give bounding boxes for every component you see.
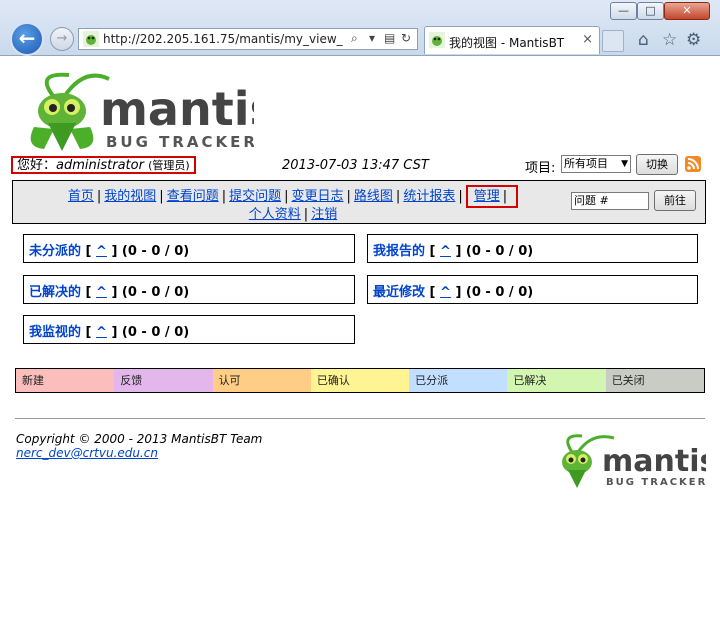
- box-unassigned: 未分派的 [ ^ ] (0 - 0 / 0): [23, 234, 355, 263]
- forward-button[interactable]: →: [50, 27, 74, 51]
- menu-my-view[interactable]: 我的视图: [104, 189, 156, 204]
- menu-separator: |: [502, 189, 508, 204]
- switch-project-button[interactable]: 切换: [636, 154, 678, 175]
- menu-separator: |: [221, 189, 227, 204]
- legend-assigned: 已分派: [409, 369, 508, 392]
- mantis-logo[interactable]: mantis BUG TRACKER: [14, 67, 254, 155]
- close-tab-icon[interactable]: ×: [582, 32, 593, 47]
- box-collapse-link[interactable]: ^: [96, 285, 107, 300]
- box-collapse-link[interactable]: ^: [440, 285, 451, 300]
- mantis-insect-icon: [30, 72, 110, 151]
- menu-view-issues[interactable]: 查看问题: [167, 189, 219, 204]
- home-icon[interactable]: ⌂: [638, 30, 649, 50]
- address-url: http://202.205.161.75/mantis/my_view_pa: [103, 32, 343, 46]
- box-resolved: 已解决的 [ ^ ] (0 - 0 / 0): [23, 275, 355, 304]
- search-icon[interactable]: ⌕: [351, 31, 358, 46]
- current-datetime: 2013-07-03 13:47 CST: [282, 158, 429, 173]
- logo-subtitle: BUG TRACKER: [106, 133, 254, 151]
- minimize-button[interactable]: —: [610, 2, 637, 20]
- legend-feedback: 反馈: [114, 369, 213, 392]
- menu-manage[interactable]: 管理: [474, 189, 500, 204]
- box-counts: (0 - 0 / 0): [121, 285, 190, 300]
- issue-number-input[interactable]: 问题 #: [571, 192, 649, 210]
- legend-confirmed: 已确认: [310, 369, 410, 392]
- box-label[interactable]: 已解决的: [29, 285, 81, 300]
- project-label: 项目:: [525, 161, 556, 176]
- chevron-down-icon: ▼: [621, 159, 628, 169]
- box-label[interactable]: 最近修改: [373, 285, 425, 300]
- refresh-icon[interactable]: ↻: [401, 31, 411, 45]
- main-menu: 首页 | 我的视图 | 查看问题 | 提交问题 | 变更日志 | 路线图 | 统计报表 | 管理 | 个人资料…: [12, 180, 706, 224]
- box-recently-modified: 最近修改 [ ^ ] (0 - 0 / 0): [367, 275, 698, 304]
- user-role: (管理员): [148, 159, 190, 172]
- new-tab-button[interactable]: [602, 30, 624, 52]
- login-prefix: 您好：: [17, 158, 57, 173]
- menu-report-issue[interactable]: 提交问题: [229, 189, 281, 204]
- mantis-footer-logo[interactable]: mantis BUG TRACKER: [550, 432, 706, 490]
- box-counts: (0 - 0 / 0): [465, 244, 534, 259]
- legend-new: 新建: [16, 369, 115, 392]
- goto-issue-button[interactable]: 前往: [654, 190, 696, 211]
- menu-row-primary: 首页 | 我的视图 | 查看问题 | 提交问题 | 变更日志 | 路线图 | 统计报表 | 管理 |: [13, 185, 573, 208]
- menu-home[interactable]: 首页: [68, 189, 94, 204]
- login-info: 您好：administrator (管理员): [11, 156, 196, 174]
- footer-divider: [15, 418, 705, 419]
- box-label[interactable]: 我报告的: [373, 244, 425, 259]
- project-select[interactable]: 所有项目 ▼: [561, 155, 631, 173]
- box-counts: (0 - 0 / 0): [121, 325, 190, 340]
- box-monitored: 我监视的 [ ^ ] (0 - 0 / 0): [23, 315, 355, 344]
- menu-separator: |: [159, 189, 164, 204]
- address-bar[interactable]: http://202.205.161.75/mantis/my_view_pa …: [78, 28, 418, 50]
- box-reported: 我报告的 [ ^ ] (0 - 0 / 0): [367, 234, 698, 263]
- menu-separator: |: [458, 189, 463, 204]
- menu-separator: |: [96, 189, 102, 204]
- menu-separator: |: [346, 189, 351, 204]
- box-label[interactable]: 我监视的: [29, 325, 81, 340]
- rss-icon[interactable]: [685, 156, 701, 172]
- menu-changelog[interactable]: 变更日志: [292, 189, 344, 204]
- dropdown-icon[interactable]: ▾: [369, 31, 375, 45]
- project-selected-value: 所有项目: [564, 157, 608, 170]
- menu-my-account[interactable]: 个人资料: [249, 207, 301, 222]
- menu-separator: |: [395, 189, 401, 204]
- logo-word: mantis: [602, 444, 706, 479]
- browser-chrome: — □ ✕ ← → http://202.205.161.75/mantis/m…: [0, 0, 720, 56]
- username: administrator: [56, 158, 144, 173]
- menu-row-secondary: 个人资料 | 注销: [13, 203, 573, 222]
- logo-word: mantis: [100, 82, 254, 136]
- maximize-button[interactable]: □: [637, 2, 664, 20]
- box-collapse-link[interactable]: ^: [96, 325, 107, 340]
- copyright-text: Copyright © 2000 - 2013 MantisBT Team: [16, 432, 263, 446]
- back-button[interactable]: ←: [10, 22, 44, 56]
- mantis-favicon-icon: [429, 32, 445, 48]
- box-counts: (0 - 0 / 0): [465, 285, 534, 300]
- page-content: mantis BUG TRACKER 您好：administrator (管理员…: [0, 57, 720, 629]
- mantis-favicon-icon: [83, 31, 99, 47]
- compatibility-icon[interactable]: ▤: [384, 31, 395, 45]
- legend-closed: 已关闭: [605, 369, 704, 392]
- tab-my-view[interactable]: 我的视图 - MantisBT ×: [424, 26, 600, 54]
- favorites-star-icon[interactable]: ☆: [662, 30, 677, 50]
- admin-email-link[interactable]: nerc_dev@crtvu.edu.cn: [16, 446, 158, 460]
- status-legend: 新建 反馈 认可 已确认 已分派 已解决 已关闭: [15, 368, 705, 393]
- menu-summary[interactable]: 统计报表: [403, 189, 455, 204]
- menu-separator: |: [284, 189, 289, 204]
- gear-icon[interactable]: ⚙: [686, 30, 701, 50]
- tab-title: 我的视图 - MantisBT: [449, 36, 565, 50]
- menu-roadmap[interactable]: 路线图: [354, 189, 393, 204]
- legend-resolved: 已解决: [507, 369, 606, 392]
- arrow-right-icon: →: [56, 31, 68, 46]
- close-window-button[interactable]: ✕: [664, 2, 710, 20]
- arrow-left-icon: ←: [18, 26, 36, 50]
- menu-separator: |: [303, 207, 309, 222]
- legend-acknowledged: 认可: [212, 369, 311, 392]
- box-collapse-link[interactable]: ^: [96, 244, 107, 259]
- box-counts: (0 - 0 / 0): [121, 244, 190, 259]
- box-collapse-link[interactable]: ^: [440, 244, 451, 259]
- menu-logout[interactable]: 注销: [311, 207, 337, 222]
- logo-subtitle: BUG TRACKER: [606, 477, 706, 488]
- box-label[interactable]: 未分派的: [29, 244, 81, 259]
